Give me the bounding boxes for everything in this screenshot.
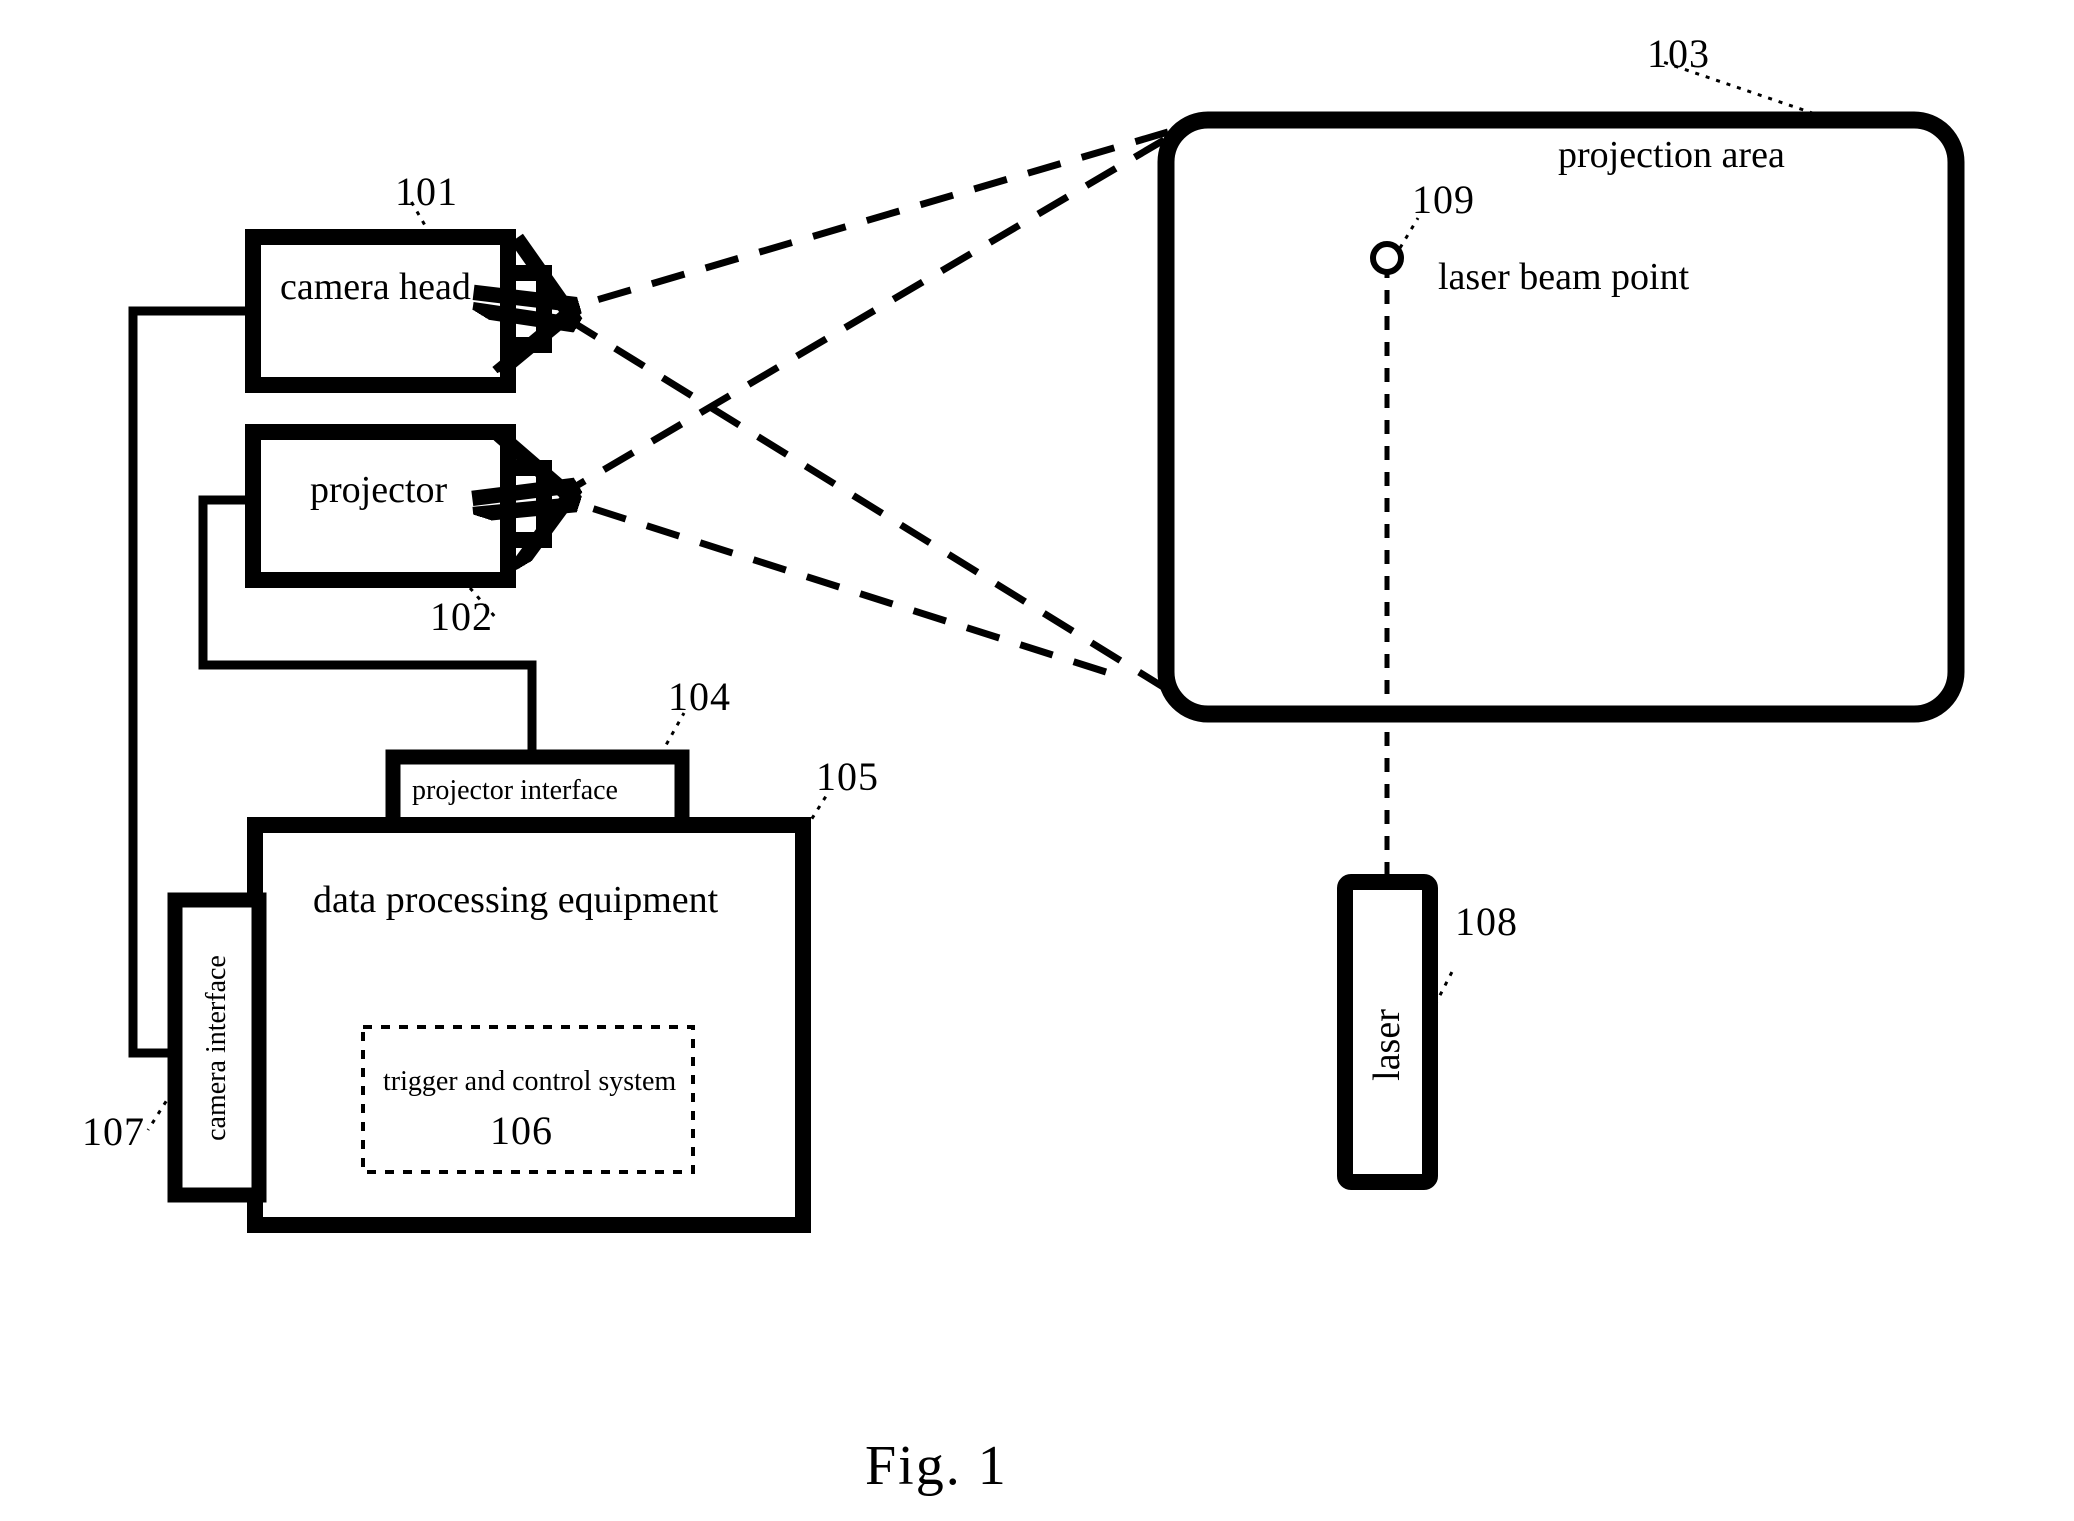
ref-108: 108: [1455, 899, 1518, 944]
figure-caption: Fig. 1: [865, 1435, 1008, 1497]
projector-label: projector: [310, 469, 448, 511]
camera-head-block: [245, 229, 552, 393]
projector-beams: [566, 136, 1166, 676]
ref-103: 103: [1647, 31, 1710, 76]
ref-105: 105: [816, 754, 879, 799]
projection-area-label: projection area: [1558, 134, 1785, 176]
laser-label: laser: [1366, 1009, 1408, 1081]
ref-101: 101: [395, 169, 458, 214]
projection-area-block: [1157, 111, 1965, 723]
laser-beam-point-label: laser beam point: [1438, 256, 1690, 298]
ref-109: 109: [1412, 177, 1475, 222]
ref-104: 104: [668, 674, 731, 719]
laser-beam-point-marker: [1370, 241, 1404, 275]
projector-interface-label: projector interface: [412, 775, 618, 806]
figure-canvas: 101 camera head 102 projector 103 projec…: [0, 0, 2074, 1521]
ref-102: 102: [430, 594, 493, 639]
diagram-svg: [128, 60, 1965, 1233]
ref-106: 106: [490, 1108, 553, 1153]
camera-head-label: camera head: [280, 266, 471, 308]
ref-107: 107: [82, 1109, 145, 1154]
camera-fov-beams: [566, 128, 1170, 693]
trigger-control-label: trigger and control system: [383, 1066, 677, 1097]
data-processing-label: data processing equipment: [313, 879, 719, 921]
camera-interface-label: camera interface: [201, 955, 232, 1141]
